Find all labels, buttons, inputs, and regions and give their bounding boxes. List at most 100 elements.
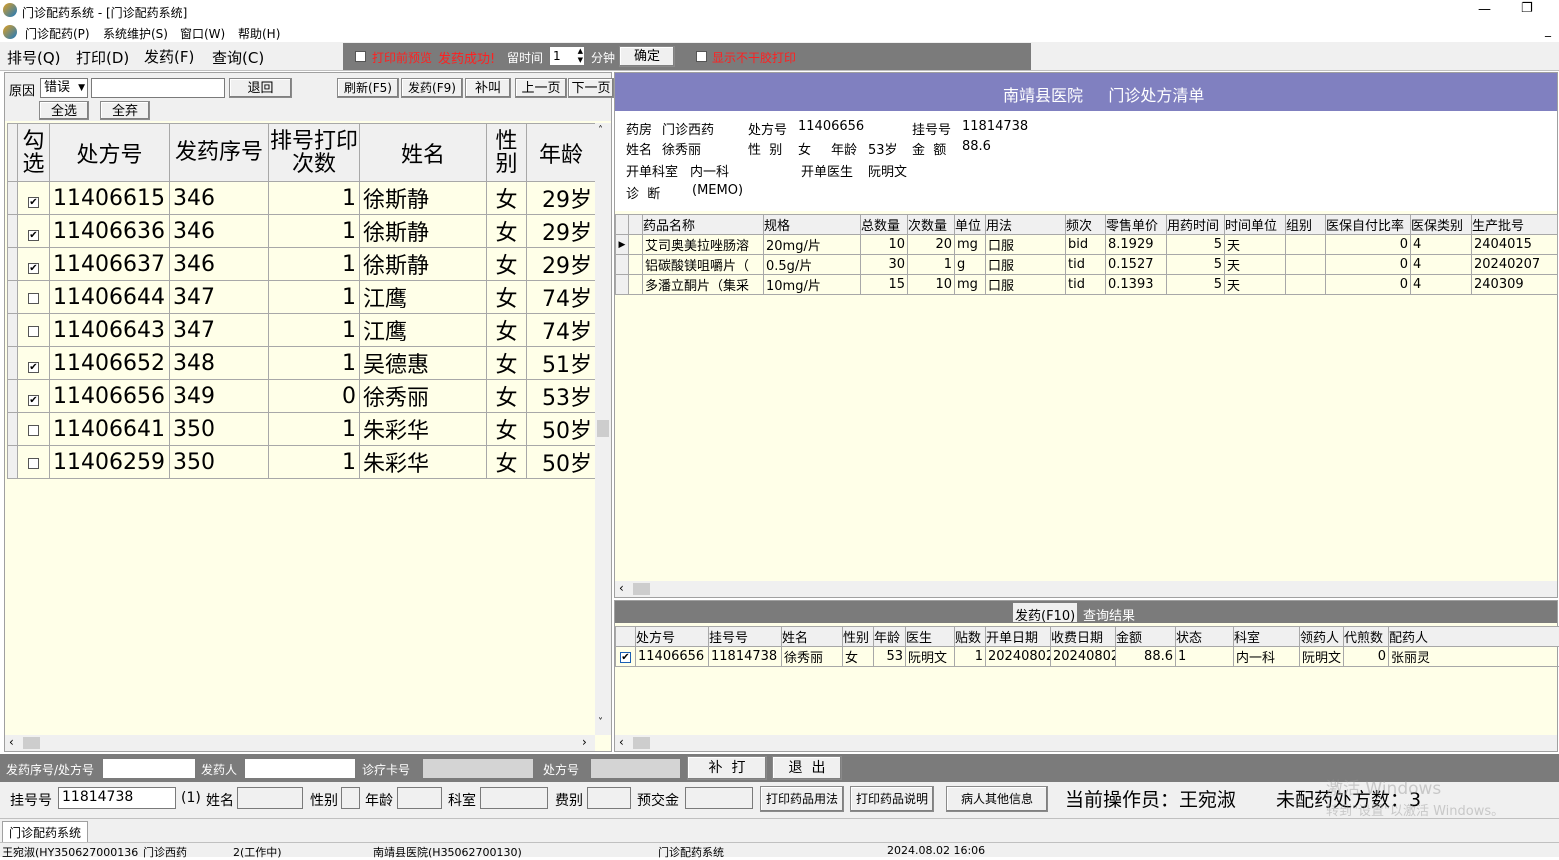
table-row[interactable]: ✔114066153461徐斯静女29岁: [8, 182, 596, 215]
dcol-tunit[interactable]: 时间单位: [1225, 215, 1286, 235]
result-hscrollbar[interactable]: ‹: [615, 735, 1557, 751]
dcol-days[interactable]: 用药时间: [1167, 215, 1225, 235]
next-page-button[interactable]: 下一页: [568, 78, 614, 98]
restore-icon[interactable]: ❐: [1521, 1, 1533, 16]
dispenser-input[interactable]: [244, 758, 356, 779]
left-hscrollbar[interactable]: ‹ ›: [5, 735, 595, 751]
col-name[interactable]: 姓名: [360, 124, 487, 182]
refresh-button[interactable]: 刷新(F5): [337, 78, 399, 98]
exit-button[interactable]: 退 出: [772, 756, 842, 780]
result-row-checkbox[interactable]: ✔: [620, 652, 631, 663]
result-check-cell[interactable]: ✔: [616, 647, 636, 667]
menu-dispense[interactable]: 门诊配药(P): [25, 25, 90, 42]
row-checkbox[interactable]: [28, 458, 39, 469]
scroll-right-icon[interactable]: ›: [582, 735, 587, 749]
reason-select[interactable]: 错误 ▼: [40, 78, 88, 98]
dcol-group[interactable]: 组别: [1286, 215, 1326, 235]
dcol-usage[interactable]: 用法: [986, 215, 1066, 235]
rx-scroll-left-icon[interactable]: ‹: [619, 581, 624, 595]
print-preview-checkbox[interactable]: [355, 51, 366, 62]
check-cell[interactable]: [18, 446, 50, 479]
row-checkbox[interactable]: ✔: [28, 395, 39, 406]
deposit-bottom-input[interactable]: [685, 787, 753, 809]
reprint-button[interactable]: 补 打: [687, 756, 767, 780]
col-prints[interactable]: 排号打印次数: [269, 124, 360, 182]
left-vscrollbar[interactable]: ˄ ˅: [595, 123, 611, 735]
dcol-unit[interactable]: 单位: [955, 215, 986, 235]
row-checkbox[interactable]: [28, 293, 39, 304]
drug-row[interactable]: 多潘立酮片（集采10mg/片1510mg口服tid0.13935天0424030…: [616, 275, 1558, 295]
print-usage-button[interactable]: 打印药品用法: [760, 786, 844, 812]
dcol-cat[interactable]: 医保类别: [1411, 215, 1472, 235]
col-age[interactable]: 年龄: [527, 124, 596, 182]
seq-input[interactable]: [102, 758, 196, 779]
print-desc-button[interactable]: 打印药品说明: [850, 786, 934, 812]
rcol-rx[interactable]: 处方号: [636, 627, 709, 647]
dropdown-arrow-icon[interactable]: ▼: [78, 79, 85, 97]
check-cell[interactable]: ✔: [18, 380, 50, 413]
check-cell[interactable]: [18, 314, 50, 347]
col-sex[interactable]: 性别: [487, 124, 527, 182]
row-checkbox[interactable]: [28, 425, 39, 436]
dcol-name[interactable]: 药品名称: [643, 215, 764, 235]
sex-bottom-input[interactable]: [341, 787, 360, 809]
scroll-left-icon[interactable]: ‹: [9, 735, 14, 749]
tab-query[interactable]: 查询(C): [212, 47, 264, 68]
check-cell[interactable]: ✔: [18, 182, 50, 215]
confirm-button[interactable]: 确定: [619, 46, 675, 67]
tab-dispense[interactable]: 发药(F): [144, 46, 194, 67]
child-minimize-icon[interactable]: _: [1545, 23, 1551, 37]
reason-input[interactable]: [91, 78, 225, 98]
rcol-amount[interactable]: 金额: [1116, 627, 1176, 647]
rcol-dept[interactable]: 科室: [1234, 627, 1300, 647]
row-checkbox[interactable]: [28, 326, 39, 337]
result-row[interactable]: ✔1140665611814738徐秀丽女53阮明文12024080220240…: [616, 647, 1559, 667]
dcol-spec[interactable]: 规格: [764, 215, 861, 235]
rx-bottom-input[interactable]: [590, 758, 681, 779]
drug-row[interactable]: ▶艾司奥美拉唑肠溶20mg/片1020mg口服bid8.19295天042404…: [616, 235, 1558, 255]
col-rx[interactable]: 处方号: [50, 124, 170, 182]
select-all-button[interactable]: 全选: [39, 101, 89, 120]
rcol-tie[interactable]: 贴数: [955, 627, 986, 647]
fee-bottom-input[interactable]: [587, 787, 631, 809]
row-checkbox[interactable]: ✔: [28, 197, 39, 208]
prev-page-button[interactable]: 上一页: [515, 78, 567, 98]
check-cell[interactable]: ✔: [18, 215, 50, 248]
dept-bottom-input[interactable]: [480, 787, 548, 809]
scroll-up-icon[interactable]: ˄: [598, 125, 603, 136]
dcol-price[interactable]: 零售单价: [1106, 215, 1167, 235]
rcol-open-date[interactable]: 开单日期: [986, 627, 1051, 647]
rcol-name[interactable]: 姓名: [782, 627, 843, 647]
dcol-ratio[interactable]: 医保自付比率: [1326, 215, 1411, 235]
table-row[interactable]: ✔114066373461徐斯静女29岁: [8, 248, 596, 281]
minimize-icon[interactable]: —: [1478, 2, 1491, 17]
rcol-age[interactable]: 年龄: [874, 627, 906, 647]
check-cell[interactable]: [18, 281, 50, 314]
rcol-decoct[interactable]: 代煎数: [1344, 627, 1389, 647]
rcol-status[interactable]: 状态: [1176, 627, 1234, 647]
check-cell[interactable]: [18, 413, 50, 446]
rx-hscroll-thumb[interactable]: [633, 583, 650, 595]
stay-spinner[interactable]: 1 ▲▼: [549, 46, 585, 66]
return-button[interactable]: 退回: [229, 78, 292, 98]
row-checkbox[interactable]: ✔: [28, 263, 39, 274]
rcol-sex[interactable]: 性别: [843, 627, 874, 647]
table-row[interactable]: ✔114066363461徐斯静女29岁: [8, 215, 596, 248]
dcol-freq[interactable]: 频次: [1066, 215, 1106, 235]
deselect-all-button[interactable]: 全弃: [100, 101, 150, 120]
drug-row[interactable]: 铝碳酸镁咀嚼片（0.5g/片301g口服tid0.15275天042024020…: [616, 255, 1558, 275]
mdi-tab-active[interactable]: 门诊配药系统: [2, 821, 88, 844]
call-button[interactable]: 补叫: [465, 78, 511, 98]
table-row[interactable]: 114066413501朱彩华女50岁: [8, 413, 596, 446]
col-check[interactable]: 勾选: [18, 124, 50, 182]
res-hscroll-thumb[interactable]: [633, 737, 650, 749]
tab-print[interactable]: 打印(D): [76, 47, 129, 68]
menu-maintenance[interactable]: 系统维护(S): [103, 25, 168, 42]
menu-help[interactable]: 帮助(H): [238, 25, 280, 42]
dcol-batch[interactable]: 生产批号: [1472, 215, 1558, 235]
menu-window[interactable]: 窗口(W): [180, 25, 225, 42]
check-cell[interactable]: ✔: [18, 347, 50, 380]
dispense-button[interactable]: 发药(F9): [401, 78, 463, 98]
rcol-reg[interactable]: 挂号号: [709, 627, 782, 647]
name-bottom-input[interactable]: [237, 787, 303, 809]
